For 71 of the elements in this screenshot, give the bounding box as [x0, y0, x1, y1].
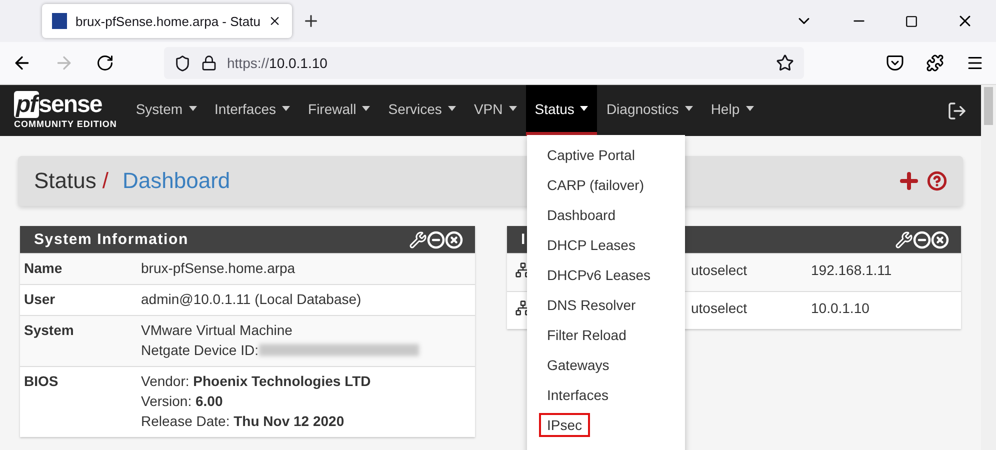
tab-title: brux-pfSense.home.arpa - Statu: [75, 14, 260, 28]
settings-icon[interactable]: [409, 230, 427, 248]
nav-menu-item[interactable]: Help: [702, 85, 763, 136]
interface-address: 10.0.1.10: [811, 300, 870, 318]
nav-menu-item[interactable]: VPN: [464, 85, 526, 136]
help-icon[interactable]: [927, 171, 947, 191]
nav-menu-item[interactable]: Firewall: [299, 85, 380, 136]
dropdown-item[interactable]: IPsec: [527, 410, 685, 440]
field-value: Release Date: Thu Nov 12 2020: [141, 413, 344, 429]
dropdown-item[interactable]: Dashboard: [527, 200, 685, 230]
star-icon[interactable]: [776, 54, 794, 72]
interface-media: utoselect: [691, 262, 748, 280]
field-value: Version: 6.00: [141, 393, 223, 409]
nav-menu-item[interactable]: Diagnostics: [597, 85, 702, 136]
new-tab-icon[interactable]: [302, 12, 320, 30]
browser-tab[interactable]: brux-pfSense.home.arpa - Statu: [42, 4, 292, 38]
lock-icon: [201, 55, 217, 71]
interface-media: utoselect: [691, 300, 748, 318]
field-value: VMware Virtual Machine: [141, 322, 292, 338]
caret-icon: [580, 106, 588, 111]
scrollbar-thumb[interactable]: [984, 87, 993, 125]
caret-icon: [448, 106, 456, 111]
panel-title: System Information: [34, 231, 188, 248]
puzzle-icon[interactable]: [926, 54, 944, 72]
url-text: https://10.0.1.10: [227, 55, 328, 71]
address-field[interactable]: https://10.0.1.10: [164, 47, 804, 79]
dropdown-item[interactable]: Captive Portal: [527, 140, 685, 170]
caret-icon: [362, 106, 370, 111]
field-value: Vendor: Phoenix Technologies LTD: [141, 373, 371, 389]
nav-menu-item[interactable]: Services: [379, 85, 465, 136]
field-label: System: [24, 322, 75, 340]
dropdown-item[interactable]: Interfaces: [527, 380, 685, 410]
add-icon[interactable]: [897, 169, 921, 193]
collapse-icon[interactable]: [913, 230, 931, 248]
field-value: brux-pfSense.home.arpa: [141, 260, 296, 276]
panel-title: I: [521, 231, 526, 248]
settings-icon[interactable]: [895, 230, 913, 248]
field-label: Name: [24, 260, 64, 276]
caret-icon: [282, 106, 290, 111]
nav-menu-item[interactable]: Status: [526, 85, 598, 136]
caret-icon: [684, 106, 693, 111]
nav-menu-item[interactable]: System: [126, 85, 206, 136]
interface-address: 192.168.1.11: [811, 262, 892, 280]
dropdown-item[interactable]: DNS Resolver: [527, 290, 685, 320]
caret-icon: [746, 106, 754, 111]
site-icon: [52, 13, 68, 29]
close-icon[interactable]: [445, 230, 463, 248]
dropdown-item[interactable]: Gateways: [527, 350, 685, 380]
field-value: admin@10.0.1.11 (Local Database): [141, 291, 362, 307]
breadcrumb-separator: /: [102, 168, 108, 194]
dropdown-item[interactable]: Filter Reload: [527, 320, 685, 350]
collapse-icon[interactable]: [427, 230, 445, 248]
pocket-icon[interactable]: [886, 54, 904, 72]
caret-icon: [188, 106, 197, 111]
field-label: BIOS: [24, 373, 60, 391]
dropdown-item[interactable]: CARP (failover): [527, 170, 685, 200]
close-icon[interactable]: [931, 230, 949, 248]
caret-icon: [508, 106, 517, 111]
logo-subtitle: COMMUNITY EDITION: [14, 118, 117, 128]
reload-icon[interactable]: [96, 54, 114, 72]
field-value: Netgate Device ID:: [141, 342, 258, 358]
logout-icon[interactable]: [947, 100, 967, 120]
field-label: User: [24, 291, 56, 307]
dropdown-item[interactable]: DHCP Leases: [527, 230, 685, 260]
maximize-icon[interactable]: [905, 14, 918, 28]
shield-icon: [174, 54, 191, 72]
menu-icon[interactable]: [966, 54, 984, 72]
dropdown-item[interactable]: DHCPv6 Leases: [527, 260, 685, 290]
breadcrumb-section: Status: [34, 168, 96, 194]
nav-menu-item[interactable]: Interfaces: [206, 85, 300, 136]
logo: pfsense: [14, 92, 103, 116]
